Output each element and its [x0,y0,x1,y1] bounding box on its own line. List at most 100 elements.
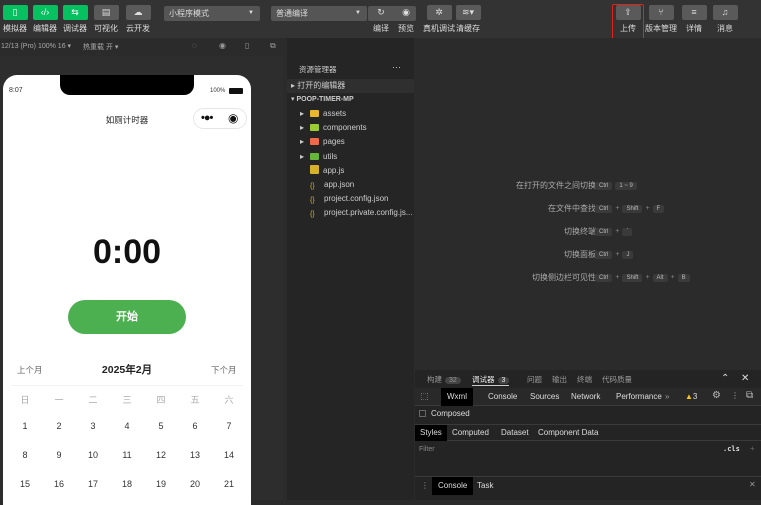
capsule-menu: •●• ◉ [193,108,247,129]
rotate-icon[interactable]: ◌ [192,41,197,50]
calendar-day[interactable]: 18 [112,479,142,489]
devtools-tab-console[interactable]: Console [482,388,523,406]
file-tree-item[interactable]: app.js [287,164,414,178]
styles-tabbar: StylesComputedDatasetComponent Data [415,424,761,441]
calendar-day[interactable]: 9 [44,450,74,460]
key-cap: F [653,205,665,213]
next-month-button[interactable]: 下个月 [211,364,237,376]
calendar-day[interactable]: 3 [78,421,108,431]
warnings-badge[interactable]: ▲3 [685,392,697,401]
open-editors-section[interactable]: ▸ 打开的编辑器 [287,79,414,93]
record-icon[interactable]: ◉ [219,41,226,50]
cloud-icon: ☁ [126,5,151,20]
composed-checkbox[interactable] [419,410,426,417]
calendar-day[interactable]: 13 [180,450,210,460]
kebab-menu-icon[interactable]: ⋮ [731,391,739,400]
cloud-dev-button[interactable]: ☁云开发 [123,5,153,34]
start-button[interactable]: 开始 [68,300,186,334]
close-icon[interactable]: ✕ [741,373,749,384]
file-tree-item[interactable]: ▸components [287,121,414,135]
panel-tab[interactable]: 构建32 [427,374,461,385]
calendar-day[interactable]: 17 [78,479,108,489]
editor-welcome: 在打开的文件之间切换Ctrl1 ~ 9在文件中查找Ctrl+Shift+F切换终… [415,38,761,370]
key-cap: Ctrl [595,205,612,213]
hot-reload-select[interactable]: 热重载 开 ▾ [83,42,118,52]
devtools-tabbar: ⬚ Wxml ConsoleSourcesNetworkPerformance »… [415,388,761,406]
warning-icon: ▲ [685,392,693,401]
shortcut-label: 在文件中查找 [548,203,596,214]
shortcut-keys: Ctrl+Shift+F [595,203,667,213]
calendar-day[interactable]: 16 [44,479,74,489]
branch-icon: ⑂ [649,5,674,20]
calendar-day[interactable]: 10 [78,450,108,460]
calendar-day[interactable]: 14 [214,450,244,460]
filter-input[interactable]: Filter [419,446,435,453]
panel-tab[interactable]: 调试器3 [472,374,509,386]
devtools-tab-sources[interactable]: Sources [524,388,565,406]
calendar-day[interactable]: 15 [10,479,40,489]
calendar-day[interactable]: 21 [214,479,244,489]
drawer-menu-icon[interactable]: ⋮ [421,481,429,490]
file-tree-item[interactable]: ▸utils [287,150,414,164]
calendar-day[interactable]: 12 [146,450,176,460]
file-tree-item[interactable]: ▸pages [287,135,414,149]
cls-button[interactable]: .cls [723,445,740,453]
drawer-tab-console[interactable]: Console [432,477,473,495]
calendar-day[interactable]: 20 [180,479,210,489]
status-time: 8:07 [9,87,23,94]
key-cap: Shift [622,205,642,213]
panel-tab[interactable]: 问题 [527,374,542,385]
panel-tab[interactable]: 代码质量 [602,374,632,385]
compile-select[interactable]: 普通编译▼ [271,6,367,21]
file-tree-item[interactable]: {}project.private.config.js... [287,206,414,220]
calendar-day[interactable]: 7 [214,421,244,431]
close-drawer-icon[interactable]: ✕ [749,480,756,489]
battery-icon [229,88,243,94]
menu-icon: ≡ [682,5,707,20]
styles-tab[interactable]: Computed [447,425,494,441]
calendar-day[interactable]: 19 [146,479,176,489]
calendar-day[interactable]: 5 [146,421,176,431]
styles-tab[interactable]: Styles [415,425,447,441]
devtools-tab-network[interactable]: Network [565,388,606,406]
inspect-icon[interactable]: ⬚ [420,391,429,402]
chevron-down-icon: ▼ [248,6,254,21]
weekday-label: 四 [146,393,176,406]
devtools-tab-wxml[interactable]: Wxml [441,388,473,406]
file-tree-item[interactable]: ▸assets [287,107,414,121]
styles-tab[interactable]: Dataset [496,425,534,441]
key-cap: Shift [622,274,642,282]
styles-tab[interactable]: Component Data [533,425,603,441]
bug-icon: ✲ [427,5,452,20]
calendar-day[interactable]: 8 [10,450,40,460]
add-rule-button[interactable]: + [750,444,755,453]
timer-display: 0:00 [3,233,251,272]
calendar-day[interactable]: 11 [112,450,142,460]
device-icon[interactable]: ▯ [245,41,249,50]
more-actions-icon[interactable]: ··· [392,62,401,72]
calendar-day[interactable]: 6 [180,421,210,431]
panel-tab[interactable]: 输出 [552,374,567,385]
mode-select[interactable]: 小程序模式▼ [164,6,260,21]
more-tabs-button[interactable]: » [665,392,669,401]
count-badge: 3 [498,377,510,384]
calendar-day[interactable]: 4 [112,421,142,431]
calendar-day[interactable]: 1 [10,421,40,431]
undock-icon[interactable]: ⧉ [746,390,753,401]
collapse-icon[interactable]: ⌃ [721,373,729,384]
messages-button[interactable]: ♫消息 [710,5,740,34]
chevron-right-icon: ▸ [300,135,310,149]
calendar-day[interactable]: 2 [44,421,74,431]
drawer-tab-task[interactable]: Task [477,477,493,495]
devtools-tab-performance[interactable]: Performance [610,388,668,406]
project-root[interactable]: ▾ POOP-TIMER-MP [287,93,414,107]
device-select[interactable]: 12/13 (Pro) 100% 16 ▾ [1,42,71,50]
file-tree-item[interactable]: {}project.config.json [287,192,414,206]
gear-icon[interactable]: ⚙ [712,390,721,401]
panel-tab[interactable]: 终端 [577,374,592,385]
close-miniprogram-icon[interactable]: ◉ [228,111,238,125]
file-tree-item[interactable]: {}app.json [287,178,414,192]
window-icon[interactable]: ⧉ [270,41,276,51]
more-icon[interactable]: •●• [201,112,212,124]
clear-cache-button[interactable]: ≋▾清缓存 [453,5,483,34]
